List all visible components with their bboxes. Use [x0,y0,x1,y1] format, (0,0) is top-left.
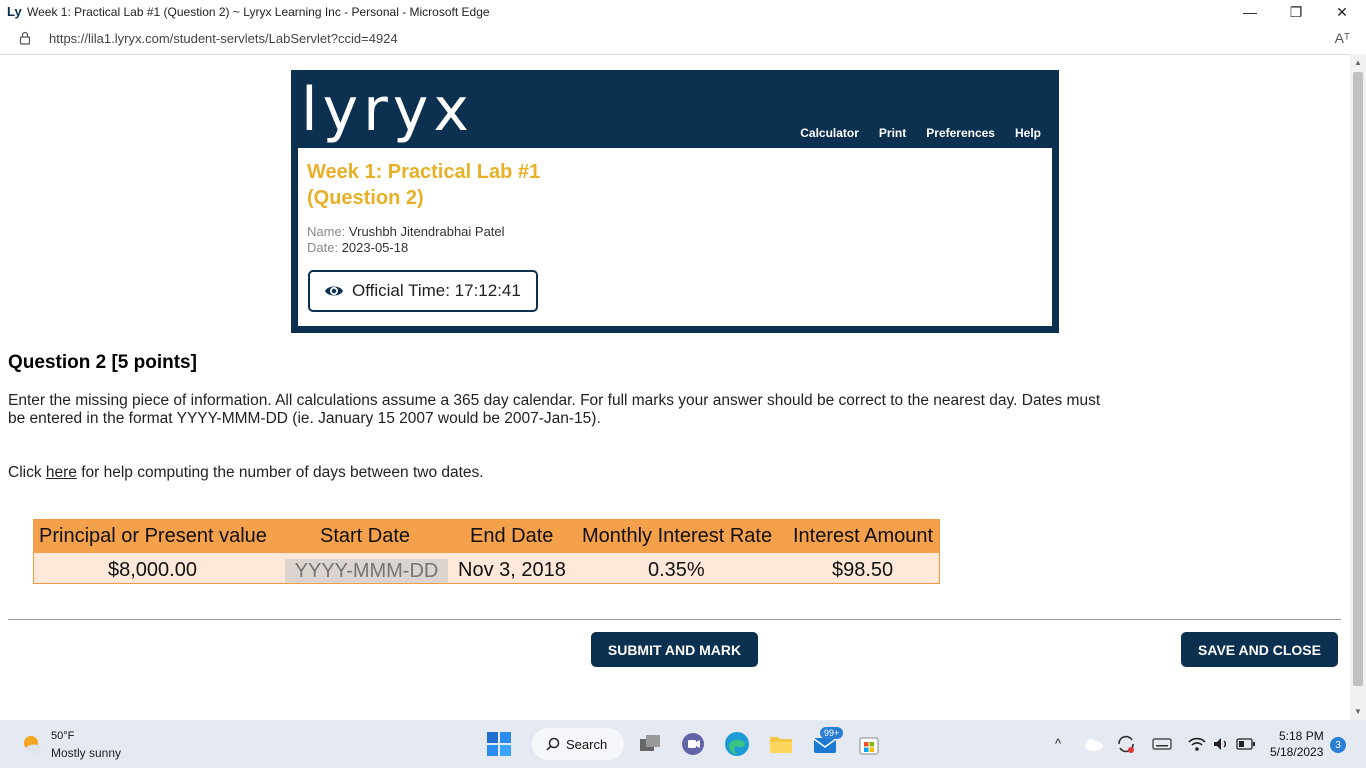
close-button[interactable]: ✕ [1319,0,1365,24]
search-label: Search [566,736,608,752]
scroll-thumb[interactable] [1353,72,1363,686]
wifi-icon[interactable] [1188,735,1206,753]
task-view-icon[interactable] [636,730,664,758]
lyryx-header: lyryx Calculator Print Preferences Help … [291,70,1059,333]
help-sentence: Click here for help computing the number… [8,464,484,482]
sync-icon[interactable] [1115,733,1137,755]
volume-icon[interactable] [1212,735,1230,753]
name-label: Name: [307,224,346,239]
table-header-row: Principal or Present value Start Date En… [34,520,939,553]
lyryx-logo: lyryx [301,75,474,145]
official-time-box: Official Time: 17:12:41 [308,270,538,312]
file-explorer-icon[interactable] [767,730,795,758]
lock-icon[interactable] [18,31,32,45]
header-content: Week 1: Practical Lab #1 (Question 2) Na… [298,148,1052,326]
keyboard-icon[interactable] [1152,736,1172,752]
page-scrollbar[interactable]: ▲ ▼ [1350,54,1366,720]
mail-badge: 99+ [820,727,844,739]
date-label: Date: [307,240,339,255]
official-time: Official Time: 17:12:41 [352,281,521,300]
start-date-input[interactable] [285,559,448,583]
header-interest-amount: Interest Amount [793,525,934,547]
edge-browser-icon[interactable] [723,730,751,758]
onedrive-cloud-icon[interactable] [1082,734,1104,754]
eye-icon [325,286,343,296]
header-monthly-rate: Monthly Interest Rate [582,525,773,547]
help-suffix: for help computing the number of days be… [76,464,484,481]
microsoft-store-icon[interactable] [855,730,883,758]
battery-icon[interactable] [1236,737,1256,751]
clock-date[interactable]: 5/18/2023 [1270,745,1323,759]
cell-monthly-rate: 0.35% [648,559,705,581]
student-meta: Name: Vrushbh Jitendrabhai Patel Date: 2… [307,224,505,256]
print-link[interactable]: Print [879,126,906,140]
minimize-button[interactable]: — [1227,0,1273,24]
preferences-link[interactable]: Preferences [926,126,995,140]
taskbar-search[interactable]: Search [532,728,624,760]
window-titlebar: Ly Week 1: Practical Lab #1 (Question 2)… [0,0,1366,24]
calculator-link[interactable]: Calculator [800,126,859,140]
weather-temp[interactable]: 50°F [51,730,74,742]
windows-start-icon[interactable] [485,730,513,758]
header-principal: Principal or Present value [39,525,267,547]
scroll-up-arrow-icon[interactable]: ▲ [1354,58,1362,67]
lab-date: 2023-05-18 [341,240,409,255]
cell-end-date: Nov 3, 2018 [458,559,566,581]
read-aloud-icon[interactable]: Aᵀ [1335,30,1350,46]
teams-chat-icon[interactable] [679,730,707,758]
help-link[interactable]: Help [1015,126,1041,140]
scroll-down-arrow-icon[interactable]: ▼ [1354,707,1362,716]
header-start-date: Start Date [320,525,411,547]
question-text: Enter the missing piece of information. … [8,392,1101,427]
cell-interest-amount: $98.50 [832,559,894,581]
restore-button[interactable]: ❐ [1273,0,1319,24]
help-link-here[interactable]: here [46,464,77,481]
cell-principal: $8,000.00 [108,559,197,581]
submit-and-mark-button[interactable]: SUBMIT AND MARK [591,632,758,667]
question-title: Question 2 [5 points] [8,352,197,373]
header-end-date: End Date [470,525,554,547]
window-title: Week 1: Practical Lab #1 (Question 2) ~ … [27,5,490,19]
lyryx-favicon: Ly [7,4,22,19]
windows-taskbar: 50°F Mostly sunny Search 99+ ^ 5:18 PM 5… [0,720,1366,768]
clock-time[interactable]: 5:18 PM [1279,729,1324,743]
show-hidden-icons-chevron-icon[interactable]: ^ [1055,736,1061,751]
weather-condition[interactable]: Mostly sunny [51,746,121,760]
save-and-close-button[interactable]: SAVE AND CLOSE [1181,632,1338,667]
student-name: Vrushbh Jitendrabhai Patel [348,224,505,239]
address-bar[interactable]: https://lila1.lyryx.com/student-servlets… [0,24,1366,55]
lab-title: Week 1: Practical Lab #1 (Question 2) [307,161,541,209]
divider [8,619,1341,620]
help-prefix: Click [8,464,46,481]
notification-badge[interactable]: 3 [1330,737,1346,753]
question-table: Principal or Present value Start Date En… [33,519,940,584]
search-icon [546,737,560,751]
sun-cloud-icon[interactable] [20,732,44,756]
header-nav: Calculator Print Preferences Help [800,126,1041,140]
url-text[interactable]: https://lila1.lyryx.com/student-servlets… [49,31,398,46]
